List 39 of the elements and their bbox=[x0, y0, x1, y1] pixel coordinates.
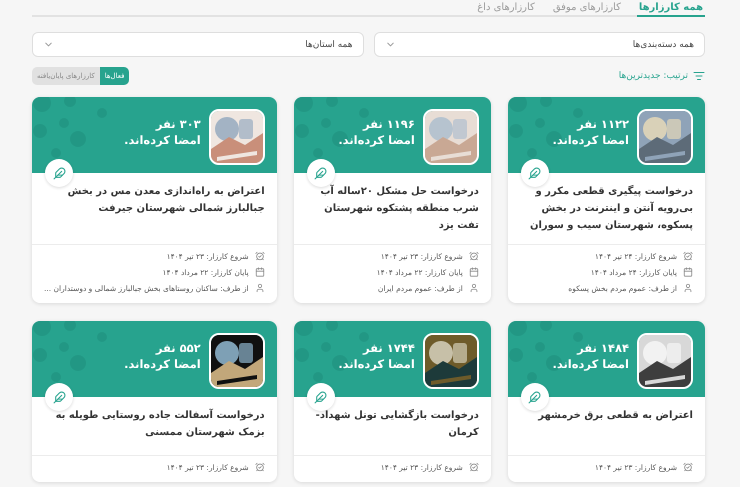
signed-label: امضا کرده‌اند. bbox=[338, 133, 415, 147]
quill-icon bbox=[52, 390, 66, 404]
petition-title[interactable]: درخواست پیگیری قطعی مکرر و بی‌رویه آنتن و اینترنت در بخش پسکوه، شهرستان سیب و سوران bbox=[508, 173, 705, 244]
petition-title[interactable]: درخواست بازگشایی تونل شهداد-کرمان bbox=[294, 397, 491, 455]
signed-label: امضا کرده‌اند. bbox=[338, 357, 415, 371]
alarm-clock-icon bbox=[683, 251, 693, 261]
alarm-clock-icon bbox=[468, 462, 479, 472]
quill-icon bbox=[314, 390, 328, 404]
user-icon bbox=[468, 283, 479, 293]
signed-label: امضا کرده‌اند. bbox=[552, 357, 629, 371]
signature-count: ۱۷۴۴ نفر bbox=[362, 341, 415, 355]
calendar-icon bbox=[254, 267, 265, 277]
calendar-icon bbox=[683, 267, 693, 277]
signature-count: ۱۱۹۶ نفر bbox=[362, 117, 415, 131]
signed-label: امضا کرده‌اند. bbox=[124, 133, 201, 147]
filter-icon bbox=[693, 70, 705, 82]
signature-count: ۱۱۲۲ نفر bbox=[576, 117, 629, 131]
dropdown[interactable]: همه استان‌ها bbox=[32, 32, 364, 57]
quill-icon bbox=[528, 390, 542, 404]
alarm-clock-icon bbox=[254, 251, 265, 261]
alarm-clock-icon bbox=[683, 462, 693, 472]
alarm-clock-icon bbox=[468, 251, 479, 261]
alarm-clock-icon bbox=[254, 462, 265, 472]
dropdown[interactable]: همه دسته‌بندی‌ها bbox=[374, 32, 705, 57]
signature-count: ۳۰۳ نفر bbox=[154, 117, 201, 131]
signature-count: ۵۵۲ نفر bbox=[154, 341, 201, 355]
petition-title[interactable]: اعتراض به قطعی برق خرمشهر bbox=[508, 397, 705, 455]
user-icon bbox=[683, 283, 693, 293]
petition-title[interactable]: درخواست حل مشکل ۲۰ساله آب شرب منطقه پشتکوه شهرستان تفت یزد bbox=[294, 173, 491, 244]
petition-title[interactable]: اعتراض به راه‌اندازی معدن مس در بخش جبالبارز شمالی شهرستان جیرفت bbox=[32, 173, 277, 244]
quill-icon bbox=[52, 166, 66, 180]
petition-title[interactable]: درخواست آسفالت جاده روستایی طویله به بزمک شهرستان ممسنی bbox=[32, 397, 277, 455]
signed-label: امضا کرده‌اند. bbox=[552, 133, 629, 147]
user-icon bbox=[254, 283, 265, 293]
quill-icon bbox=[528, 166, 542, 180]
signature-count: ۱۴۸۴ نفر bbox=[576, 341, 629, 355]
signed-label: امضا کرده‌اند. bbox=[124, 357, 201, 371]
calendar-icon bbox=[468, 267, 479, 277]
quill-icon bbox=[314, 166, 328, 180]
